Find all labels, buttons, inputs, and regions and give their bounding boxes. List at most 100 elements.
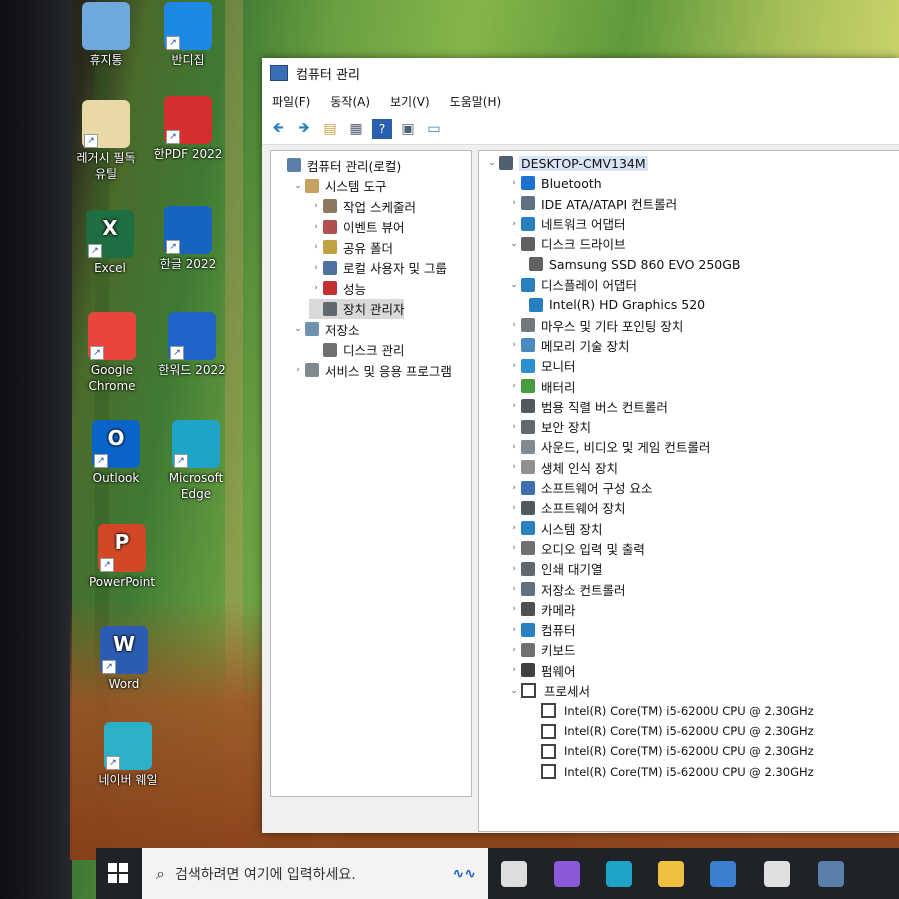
taskbar-search-box[interactable]: ⌕ 검색하려면 여기에 입력하세요. ∿∿ bbox=[142, 848, 488, 899]
expander-chevron-icon[interactable]: › bbox=[309, 263, 323, 273]
expander-chevron-icon[interactable]: › bbox=[507, 178, 521, 188]
desktop-icon-hanword[interactable]: ↗ 한워드 2022 bbox=[152, 312, 232, 378]
menu-view[interactable]: 보기(V) bbox=[380, 93, 440, 110]
back-arrow-icon[interactable]: 🡸 bbox=[268, 119, 288, 139]
device-entry[interactable]: Intel(R) Core(TM) i5-6200U CPU @ 2.30GHz bbox=[541, 741, 814, 761]
copilot-icon[interactable] bbox=[554, 861, 580, 887]
up-folder-icon[interactable]: ▤ bbox=[320, 119, 340, 139]
start-button[interactable] bbox=[108, 863, 128, 883]
device-category[interactable]: ⌄ 프로세서 bbox=[507, 681, 590, 701]
desktop-icon-legacy-utils[interactable]: ↗ 레거시 필독 유틸 bbox=[66, 100, 146, 182]
expander-chevron-icon[interactable]: ⌄ bbox=[507, 686, 521, 696]
expander-chevron-icon[interactable]: › bbox=[507, 645, 521, 655]
monitor-icon[interactable]: ▭ bbox=[424, 119, 444, 139]
expander-chevron-icon[interactable]: › bbox=[309, 242, 323, 252]
expander-chevron-icon[interactable]: ⌄ bbox=[507, 280, 521, 290]
tree-item-computer-management[interactable]: 컴퓨터 관리(로컬) bbox=[273, 155, 401, 175]
expander-chevron-icon[interactable]: › bbox=[291, 365, 305, 375]
device-category[interactable]: › 컴퓨터 bbox=[507, 620, 576, 640]
properties-icon[interactable]: ▣ bbox=[398, 119, 418, 139]
expander-chevron-icon[interactable]: › bbox=[507, 625, 521, 635]
expander-chevron-icon[interactable]: › bbox=[507, 564, 521, 574]
desktop-icon-recycle-bin[interactable]: 휴지통 bbox=[66, 2, 146, 68]
expander-chevron-icon[interactable]: › bbox=[507, 219, 521, 229]
expander-chevron-icon[interactable]: › bbox=[507, 543, 521, 553]
help-icon[interactable]: ? bbox=[372, 119, 392, 139]
device-category[interactable]: › Bluetooth bbox=[507, 173, 602, 193]
mail-icon[interactable] bbox=[764, 861, 790, 887]
device-category[interactable]: › 키보드 bbox=[507, 640, 576, 660]
device-entry[interactable]: Intel(R) Core(TM) i5-6200U CPU @ 2.30GHz bbox=[541, 762, 814, 782]
device-category[interactable]: › 시스템 장치 bbox=[507, 518, 602, 538]
expander-chevron-icon[interactable]: › bbox=[507, 462, 521, 472]
device-category[interactable]: › IDE ATA/ATAPI 컨트롤러 bbox=[507, 193, 677, 213]
device-category[interactable]: › 보안 장치 bbox=[507, 417, 591, 437]
task-view-icon[interactable] bbox=[501, 861, 527, 887]
expander-chevron-icon[interactable]: › bbox=[507, 604, 521, 614]
file-explorer-icon[interactable] bbox=[658, 861, 684, 887]
desktop-icon-bandizip[interactable]: ↗ 반디집 bbox=[148, 2, 228, 68]
device-category[interactable]: › 범용 직렬 버스 컨트롤러 bbox=[507, 396, 668, 416]
expander-chevron-icon[interactable]: › bbox=[507, 198, 521, 208]
expander-chevron-icon[interactable]: › bbox=[507, 361, 521, 371]
menu-file[interactable]: 파일(F) bbox=[262, 93, 320, 110]
desktop-icon-hanpdf[interactable]: ↗ 한PDF 2022 bbox=[148, 96, 228, 162]
tree-item-services[interactable]: › 서비스 및 응용 프로그램 bbox=[291, 360, 452, 380]
desktop-icon-word[interactable]: W ↗ Word bbox=[84, 626, 164, 692]
expander-chevron-icon[interactable]: ⌄ bbox=[485, 158, 499, 168]
expander-chevron-icon[interactable]: › bbox=[507, 442, 521, 452]
tree-item-disk-management[interactable]: 디스크 관리 bbox=[309, 340, 404, 360]
desktop-icon-powerpoint[interactable]: P ↗ PowerPoint bbox=[82, 524, 162, 590]
device-category[interactable]: › 네트워크 어댑터 bbox=[507, 214, 625, 234]
expander-chevron-icon[interactable]: ⌄ bbox=[507, 239, 521, 249]
expander-chevron-icon[interactable]: ⌄ bbox=[291, 324, 305, 334]
device-category[interactable]: › 모니터 bbox=[507, 356, 576, 376]
device-category[interactable]: › 사운드, 비디오 및 게임 컨트롤러 bbox=[507, 437, 710, 457]
device-category[interactable]: › 카메라 bbox=[507, 599, 576, 619]
tree-item-performance[interactable]: › 성능 bbox=[309, 278, 366, 298]
expander-chevron-icon[interactable]: › bbox=[507, 483, 521, 493]
tree-item-task-scheduler[interactable]: › 작업 스케줄러 bbox=[309, 196, 416, 216]
tree-item-shared-folders[interactable]: › 공유 폴더 bbox=[309, 237, 393, 257]
desktop-icon-outlook[interactable]: O ↗ Outlook bbox=[76, 420, 156, 486]
desktop-icon-edge[interactable]: ↗ Microsoft Edge bbox=[156, 420, 236, 502]
title-bar[interactable]: 컴퓨터 관리 bbox=[262, 58, 899, 88]
device-category[interactable]: › 배터리 bbox=[507, 376, 576, 396]
device-category[interactable]: ⌄ 디스크 드라이브 bbox=[507, 234, 625, 254]
edge-taskbar-icon[interactable] bbox=[606, 861, 632, 887]
expander-chevron-icon[interactable]: › bbox=[507, 523, 521, 533]
expander-chevron-icon[interactable]: › bbox=[507, 381, 521, 391]
tree-item-event-viewer[interactable]: › 이벤트 뷰어 bbox=[309, 217, 404, 237]
device-category[interactable]: › 인쇄 대기열 bbox=[507, 559, 602, 579]
expander-chevron-icon[interactable]: › bbox=[507, 422, 521, 432]
tree-item-device-manager[interactable]: 장치 관리자 bbox=[309, 298, 405, 319]
store-icon[interactable] bbox=[710, 861, 736, 887]
device-category[interactable]: › 펌웨어 bbox=[507, 660, 576, 680]
desktop-icon-naver-whale[interactable]: ↗ 네이버 웨일 bbox=[88, 722, 168, 788]
expander-chevron-icon[interactable]: › bbox=[507, 320, 521, 330]
menu-action[interactable]: 동작(A) bbox=[320, 93, 380, 110]
desktop-icon-excel[interactable]: X ↗ Excel bbox=[70, 210, 150, 276]
menu-help[interactable]: 도움말(H) bbox=[440, 93, 512, 110]
device-category[interactable]: › 오디오 입력 및 출력 bbox=[507, 538, 645, 558]
tree-item-system-tools[interactable]: ⌄ 시스템 도구 bbox=[291, 176, 386, 196]
expander-chevron-icon[interactable]: › bbox=[507, 665, 521, 675]
expander-chevron-icon[interactable]: › bbox=[309, 222, 323, 232]
expander-chevron-icon[interactable]: › bbox=[309, 283, 323, 293]
expander-chevron-icon[interactable]: › bbox=[507, 401, 521, 411]
expander-chevron-icon[interactable]: › bbox=[507, 340, 521, 350]
expander-chevron-icon[interactable]: › bbox=[507, 503, 521, 513]
device-category[interactable]: › 마우스 및 기타 포인팅 장치 bbox=[507, 315, 683, 335]
computer-management-taskbar-icon[interactable] bbox=[818, 861, 844, 887]
device-category[interactable]: › 생체 인식 장치 bbox=[507, 457, 618, 477]
desktop-icon-chrome[interactable]: ↗ Google Chrome bbox=[72, 312, 152, 394]
device-entry[interactable]: Intel(R) HD Graphics 520 bbox=[529, 295, 705, 315]
tree-item-storage[interactable]: ⌄ 저장소 bbox=[291, 319, 360, 339]
device-category[interactable]: › 메모리 기술 장치 bbox=[507, 335, 629, 355]
show-hide-tree-icon[interactable]: ▦ bbox=[346, 119, 366, 139]
expander-chevron-icon[interactable]: ⌄ bbox=[291, 181, 305, 191]
forward-arrow-icon[interactable]: 🡺 bbox=[294, 119, 314, 139]
device-entry[interactable]: Intel(R) Core(TM) i5-6200U CPU @ 2.30GHz bbox=[541, 721, 814, 741]
device-category[interactable]: ⌄ 디스플레이 어댑터 bbox=[507, 275, 637, 295]
device-category[interactable]: › 저장소 컨트롤러 bbox=[507, 579, 625, 599]
